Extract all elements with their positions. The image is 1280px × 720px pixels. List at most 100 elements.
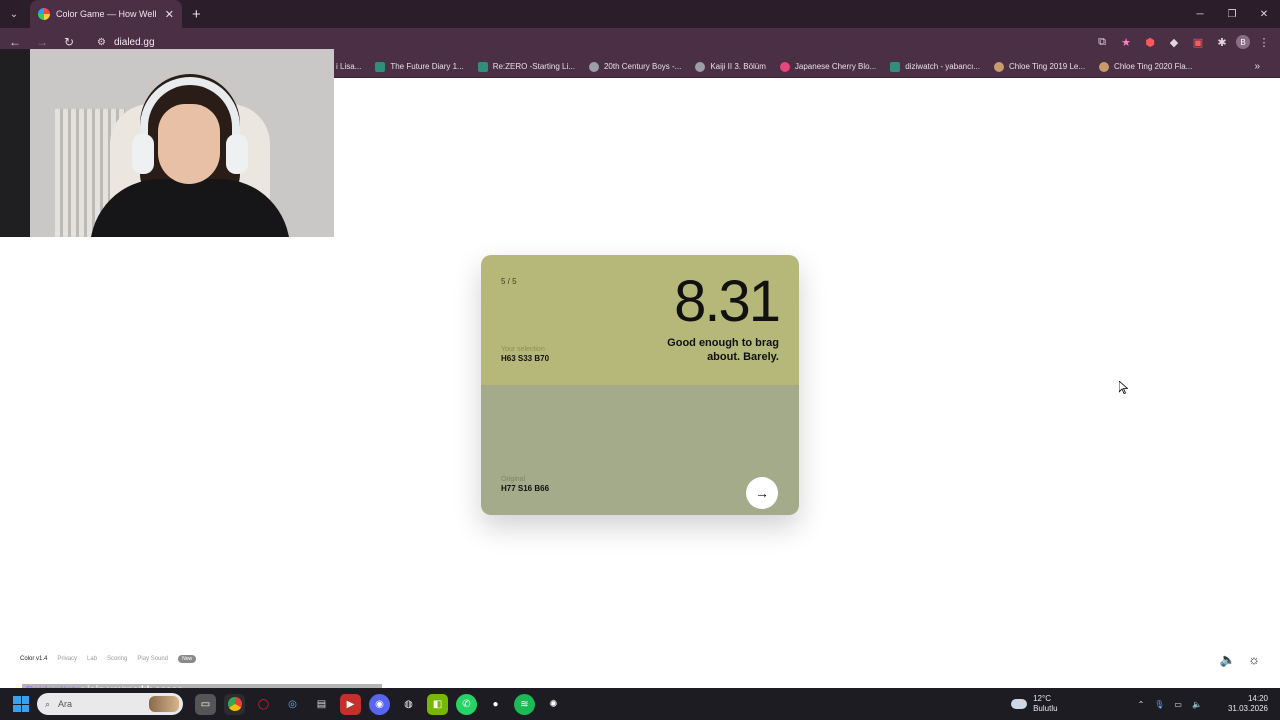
- panda-app-icon[interactable]: ●: [485, 694, 506, 715]
- restore-button[interactable]: ❐: [1216, 0, 1248, 28]
- original-label: Original: [501, 476, 526, 483]
- steam-icon[interactable]: ◎: [282, 694, 303, 715]
- tab-close-icon[interactable]: ✕: [165, 8, 174, 21]
- site-icon: [477, 61, 488, 72]
- taskbar-clock[interactable]: 14:20 31.03.2026: [1228, 694, 1268, 715]
- site-info-icon[interactable]: ⚙: [97, 37, 106, 48]
- opera-gx-icon[interactable]: ◯: [253, 694, 274, 715]
- system-tray: 12°C Bulutlu ⌃ 🎙 ▭ 🔈 14:20 31.03.2026: [1011, 694, 1280, 715]
- spotify-icon[interactable]: ≋: [514, 693, 535, 715]
- chrome-icon[interactable]: [224, 693, 245, 715]
- new-badge: New: [178, 655, 197, 663]
- new-tab-button[interactable]: +: [192, 6, 201, 23]
- original-value: H77 S16 B66: [501, 484, 550, 493]
- clock-date: 31.03.2026: [1227, 704, 1268, 713]
- search-icon: ⌕: [45, 698, 51, 709]
- nvidia-icon[interactable]: ◧: [427, 693, 448, 715]
- result-card: 5 / 5 8.31 Good enough to brag about. Ba…: [481, 255, 799, 515]
- bookmark-label: Japanese Cherry Blo...: [794, 62, 877, 71]
- selection-value: H63 S33 B70: [501, 354, 550, 363]
- bookmark-label: Chloe Ting 2019 Le...: [1008, 62, 1086, 71]
- score-verdict: Good enough to brag about. Barely.: [667, 337, 779, 363]
- score-value: 8.31: [674, 269, 781, 334]
- media-player-icon[interactable]: ▶: [340, 693, 361, 715]
- bookmark-label: 20th Century Boys -...: [603, 62, 682, 71]
- more-menu-icon[interactable]: ⋮: [1254, 32, 1274, 52]
- bookmark-item[interactable]: Kaiji II 3. Bölüm: [695, 61, 766, 72]
- headset-image: [140, 77, 240, 137]
- diamond-icon: [695, 61, 706, 72]
- start-button-windows-icon[interactable]: [13, 696, 29, 712]
- weather-desc: Bulutlu: [1033, 704, 1058, 713]
- tab-search-icon[interactable]: ⌄: [0, 0, 28, 28]
- url-text: dialed.gg: [113, 36, 155, 48]
- bookmark-label: Chloe Ting 2020 Fla...: [1114, 62, 1193, 71]
- eye-icon: [588, 61, 599, 72]
- mouse-cursor-icon: [1119, 381, 1128, 394]
- footer-link-privacy[interactable]: Privacy: [57, 656, 77, 662]
- tab-title: Color Game — How Well Can Y: [56, 9, 159, 19]
- profile-avatar[interactable]: B: [1236, 35, 1250, 49]
- next-arrow-button[interactable]: →: [746, 477, 778, 509]
- footer-link-scoring[interactable]: Scoring: [107, 656, 127, 662]
- clock-time: 14:20: [1247, 693, 1268, 703]
- obs-icon[interactable]: ◍: [398, 694, 419, 715]
- bookmark-item[interactable]: Japanese Cherry Blo...: [779, 61, 877, 72]
- bookmark-label: diziwatch - yabancı...: [905, 62, 980, 71]
- taskbar-apps: ▭ ◯ ◎ ▤ ▶ ◉ ◍ ◧ ✆ ● ≋ ✺: [195, 693, 564, 715]
- network-icon[interactable]: ▭: [1174, 700, 1182, 709]
- bookmark-item[interactable]: Re:ZERO -Starting Li...: [477, 61, 575, 72]
- avatar-icon: [993, 61, 1004, 72]
- footer-link-play-sound[interactable]: Play Sound: [137, 656, 168, 662]
- footer-icons: 🔈 ☼: [1220, 652, 1260, 668]
- chatgpt-icon[interactable]: ✺: [543, 694, 564, 715]
- whatsapp-icon[interactable]: ✆: [456, 693, 477, 715]
- webcam-overlay: [0, 49, 334, 237]
- footer-link-lab[interactable]: Lab: [87, 656, 97, 662]
- brand-version: Color v1.4: [20, 656, 48, 662]
- avatar-icon: [1099, 61, 1110, 72]
- chevron-up-icon[interactable]: ⌃: [1138, 700, 1145, 709]
- arrow-right-icon: →: [755, 485, 769, 501]
- search-highlight-thumbnail: [149, 696, 179, 712]
- round-progress: 5 / 5: [501, 277, 517, 286]
- bookmark-item[interactable]: 20th Century Boys -...: [588, 61, 682, 72]
- minimize-button[interactable]: ─: [1184, 0, 1216, 28]
- microphone-icon[interactable]: 🎙: [1154, 700, 1164, 709]
- bookmark-item[interactable]: The Future Diary 1...: [375, 61, 464, 72]
- bookmark-item[interactable]: i Lisa...: [336, 62, 361, 71]
- terminal-icon[interactable]: ▤: [311, 694, 332, 715]
- heart-icon: [779, 61, 790, 72]
- cloud-icon: [1011, 699, 1028, 709]
- extension-diamond-icon[interactable]: ◆: [1164, 32, 1184, 52]
- toolbar-icons: ⧉ ★ ⬢ ◆ ▣ ✱ B ⋮: [1092, 32, 1280, 52]
- weather-widget[interactable]: 12°C Bulutlu: [1011, 693, 1058, 715]
- search-placeholder: Ara: [58, 699, 73, 709]
- active-tab[interactable]: Color Game — How Well Can Y ✕: [30, 0, 182, 28]
- volume-icon[interactable]: 🔈: [1192, 700, 1202, 709]
- bookmark-item[interactable]: Chloe Ting 2019 Le...: [993, 61, 1086, 72]
- bookmark-label: The Future Diary 1...: [390, 62, 464, 71]
- headset-ear-right: [226, 134, 248, 174]
- weather-temp: 12°C: [1033, 693, 1051, 703]
- extensions-puzzle-icon[interactable]: ✱: [1212, 32, 1232, 52]
- bookmark-item[interactable]: Chloe Ting 2020 Fla...: [1099, 61, 1193, 72]
- headset-ear-left: [132, 134, 154, 174]
- tab-strip: ⌄ Color Game — How Well Can Y ✕ + ─ ❐ ✕: [0, 0, 1280, 28]
- discord-icon[interactable]: ◉: [369, 693, 390, 715]
- file-explorer-icon[interactable]: ▭: [195, 693, 216, 715]
- windows-taskbar: ⌕ Ara ▭ ◯ ◎ ▤ ▶ ◉ ◍ ◧ ✆ ● ≋ ✺ 12°C Bulut…: [0, 688, 1280, 720]
- bookmark-label: Kaiji II 3. Bölüm: [710, 62, 766, 71]
- taskbar-search[interactable]: ⌕ Ara: [37, 693, 183, 715]
- install-app-icon[interactable]: ⧉: [1092, 32, 1112, 52]
- bookmark-star-icon[interactable]: ★: [1116, 32, 1136, 52]
- bookmark-item[interactable]: diziwatch - yabancı...: [890, 61, 980, 72]
- close-window-button[interactable]: ✕: [1248, 0, 1280, 28]
- window-controls: ─ ❐ ✕: [1184, 0, 1280, 28]
- speaker-icon[interactable]: 🔈: [1220, 652, 1236, 668]
- bookmarks-overflow-icon[interactable]: »: [1254, 61, 1260, 72]
- original-swatch: Original H77 S16 B66 →: [481, 385, 799, 515]
- sun-icon[interactable]: ☼: [1248, 652, 1260, 668]
- extension-pocket-icon[interactable]: ▣: [1188, 32, 1208, 52]
- extension-adblock-icon[interactable]: ⬢: [1140, 32, 1160, 52]
